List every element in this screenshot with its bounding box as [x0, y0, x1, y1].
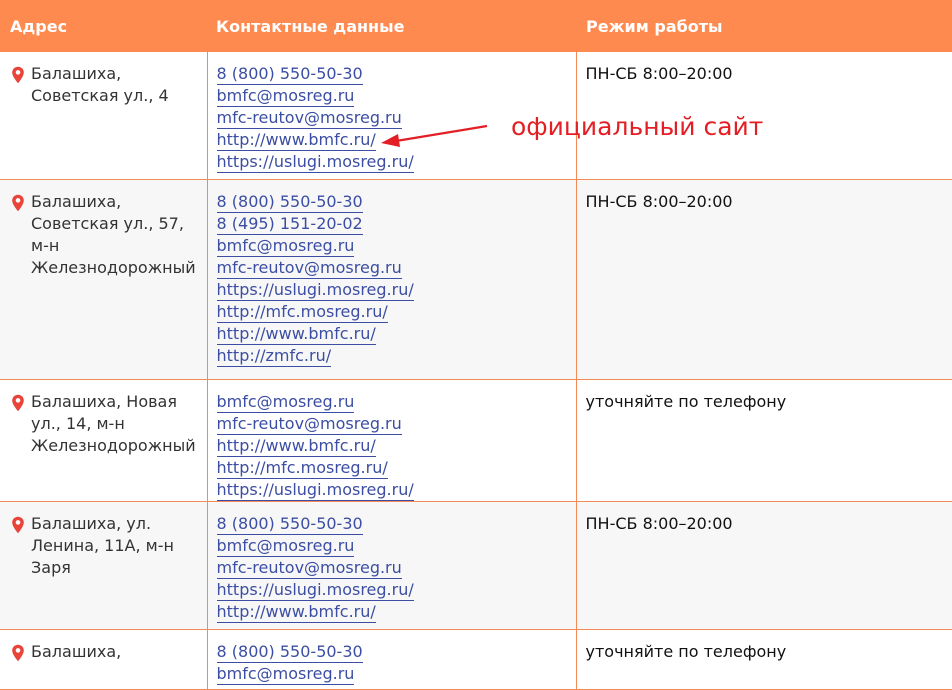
- hours-cell: уточняйте по телефону: [575, 378, 952, 502]
- address-text: Балашиха, ул. Ленина, 11А, м-н Заря: [31, 513, 174, 577]
- contacts-cell: bmfc@mosreg.ru mfc-reutov@mosreg.ru http:/…: [206, 378, 577, 502]
- contact-link[interactable]: 8 (800) 550-50-30: [216, 63, 363, 85]
- address-wrapper: Балашиха, ул. Ленина, 11А, м-н Заря: [9, 513, 198, 579]
- contact-link[interactable]: http://www.bmfc.ru/: [216, 435, 376, 457]
- contacts-cell: 8 (800) 550-50-30 bmfc@mosreg.ru mfc-reuto…: [206, 500, 577, 630]
- address-text: Балашиха, Советская ул., 4: [31, 64, 169, 105]
- annotation-label: официальный сайт: [511, 112, 764, 141]
- contact-link[interactable]: http://zmfc.ru/: [216, 345, 332, 367]
- contact-link[interactable]: https://uslugi.mosreg.ru/: [216, 151, 414, 173]
- hours-cell: ПН-СБ 8:00–20:00: [575, 500, 952, 630]
- address-cell: Балашиха,: [0, 628, 208, 690]
- contacts-cell: 8 (800) 550-50-30 8 (495) 151-20-02 bmfc@m…: [206, 178, 577, 380]
- contact-link[interactable]: 8 (800) 550-50-30: [216, 641, 363, 663]
- contact-link[interactable]: http://www.bmfc.ru/: [216, 323, 376, 345]
- contact-link[interactable]: mfc-reutov@mosreg.ru: [216, 413, 402, 435]
- contact-link[interactable]: mfc-reutov@mosreg.ru: [216, 557, 402, 579]
- contact-link[interactable]: http://www.bmfc.ru/: [216, 601, 376, 623]
- contact-link[interactable]: http://mfc.mosreg.ru/: [216, 457, 388, 479]
- contact-list: 8 (800) 550-50-30 8 (495) 151-20-02 bmfc@m…: [216, 191, 567, 367]
- hours-text: ПН-СБ 8:00–20:00: [585, 513, 733, 533]
- contact-link[interactable]: bmfc@mosreg.ru: [216, 85, 355, 107]
- map-pin-icon: [12, 394, 24, 411]
- table-body: Балашиха, Советская ул., 4 8 (800) 550-50…: [0, 52, 952, 690]
- hours-text: уточняйте по телефону: [585, 641, 787, 661]
- table-row: Балашиха, ул. Ленина, 11А, м-н Заря 8 (80…: [0, 500, 952, 630]
- contact-link[interactable]: http://mfc.mosreg.ru/: [216, 301, 388, 323]
- contact-link[interactable]: 8 (495) 151-20-02: [216, 213, 363, 235]
- address-wrapper: Балашиха, Новая ул., 14, м-н Железнодоро…: [9, 391, 198, 457]
- map-pin-icon: [12, 66, 24, 84]
- hours-cell: уточняйте по телефону: [575, 628, 952, 690]
- table-row: Балашиха, Новая ул., 14, м-н Железнодоро…: [0, 378, 952, 502]
- table-row: Балашиха, 8 (800) 550-50-30 bmfc@mosreg.ru…: [0, 628, 952, 690]
- address-text: Балашиха, Новая ул., 14, м-н Железнодоро…: [31, 391, 196, 455]
- contact-link[interactable]: bmfc@mosreg.ru: [216, 663, 355, 685]
- map-pin-icon: [12, 194, 24, 211]
- contact-link[interactable]: 8 (800) 550-50-30: [216, 513, 363, 535]
- mfc-table: Адрес Контактные данные Режим работы Бал…: [0, 0, 952, 690]
- hours-text: ПН-СБ 8:00–20:00: [585, 191, 733, 211]
- map-pin-icon: [12, 644, 24, 661]
- contact-link[interactable]: https://uslugi.mosreg.ru/: [216, 479, 414, 501]
- table-row: Балашиха, Советская ул., 4 8 (800) 550-50…: [0, 52, 952, 180]
- address-text: Балашиха, Советская ул., 57, м-н Железно…: [31, 191, 196, 277]
- contact-link[interactable]: http://www.bmfc.ru/: [216, 129, 376, 151]
- address-cell: Балашиха, Советская ул., 4: [0, 52, 208, 180]
- hours-text: уточняйте по телефону: [585, 391, 787, 411]
- address-cell: Балашиха, Советская ул., 57, м-н Железно…: [0, 178, 208, 380]
- header-hours: Режим работы: [576, 0, 952, 52]
- address-cell: Балашиха, Новая ул., 14, м-н Железнодоро…: [0, 378, 208, 502]
- contact-link[interactable]: bmfc@mosreg.ru: [216, 535, 355, 557]
- contact-link[interactable]: 8 (800) 550-50-30: [216, 191, 363, 213]
- address-wrapper: Балашиха, Советская ул., 4: [9, 63, 198, 107]
- map-pin-icon: [12, 516, 24, 533]
- address-wrapper: Балашиха, Советская ул., 57, м-н Железно…: [9, 191, 198, 279]
- header-address: Адрес: [0, 0, 207, 52]
- hours-text: ПН-СБ 8:00–20:00: [585, 64, 733, 83]
- address-text: Балашиха,: [31, 641, 122, 661]
- header-contacts: Контактные данные: [207, 0, 576, 52]
- address-wrapper: Балашиха,: [9, 641, 198, 663]
- hours-cell: ПН-СБ 8:00–20:00: [575, 178, 952, 380]
- table-header: Адрес Контактные данные Режим работы: [0, 0, 952, 52]
- contact-link[interactable]: https://uslugi.mosreg.ru/: [216, 579, 414, 601]
- contact-list: bmfc@mosreg.ru mfc-reutov@mosreg.ru http:/…: [216, 391, 567, 501]
- table-row: Балашиха, Советская ул., 57, м-н Железно…: [0, 178, 952, 380]
- contact-link[interactable]: https://uslugi.mosreg.ru/: [216, 279, 414, 301]
- contact-list: 8 (800) 550-50-30 bmfc@mosreg.ru: [216, 641, 567, 685]
- contact-list: 8 (800) 550-50-30 bmfc@mosreg.ru mfc-reuto…: [216, 513, 567, 623]
- contacts-cell: 8 (800) 550-50-30 bmfc@mosreg.ru: [206, 628, 577, 690]
- address-cell: Балашиха, ул. Ленина, 11А, м-н Заря: [0, 500, 208, 630]
- contact-link[interactable]: mfc-reutov@mosreg.ru: [216, 257, 402, 279]
- contact-link[interactable]: bmfc@mosreg.ru: [216, 391, 355, 413]
- contact-link[interactable]: bmfc@mosreg.ru: [216, 235, 355, 257]
- contact-link[interactable]: mfc-reutov@mosreg.ru: [216, 107, 402, 129]
